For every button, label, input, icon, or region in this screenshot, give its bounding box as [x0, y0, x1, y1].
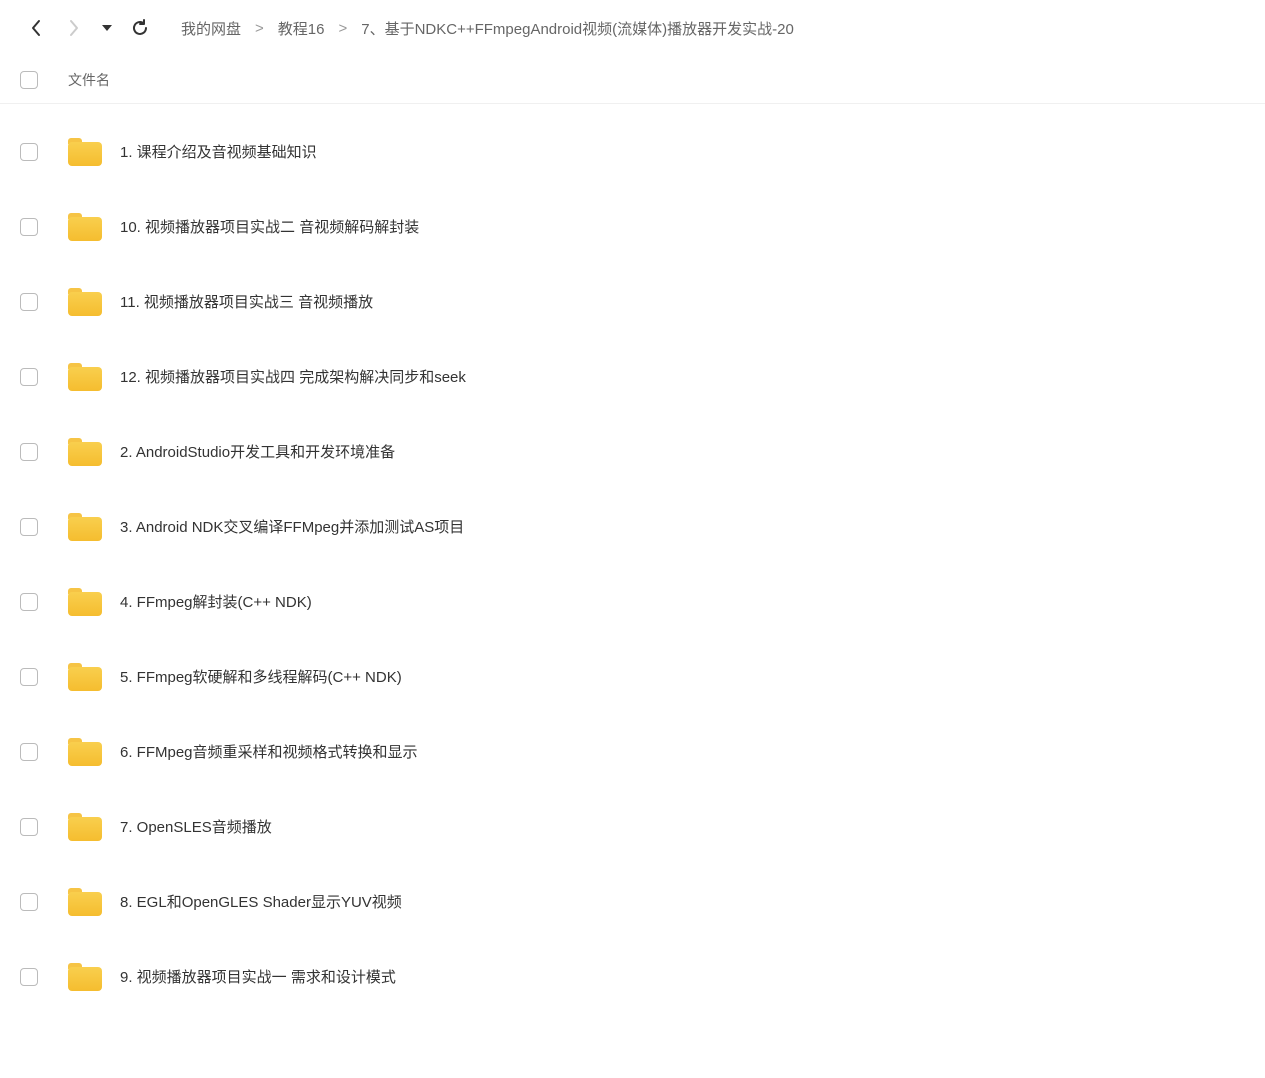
- file-row[interactable]: 10. 视频播放器项目实战二 音视频解码解封装: [20, 189, 1245, 264]
- file-row[interactable]: 12. 视频播放器项目实战四 完成架构解决同步和seek: [20, 339, 1245, 414]
- file-name[interactable]: 11. 视频播放器项目实战三 音视频播放: [120, 291, 373, 312]
- select-all-checkbox[interactable]: [20, 71, 38, 89]
- folder-icon: [68, 213, 102, 241]
- column-header-row: 文件名: [0, 56, 1265, 104]
- toolbar: 我的网盘 > 教程16 > 7、基于NDKC++FFmpegAndroid视频(…: [0, 0, 1265, 56]
- folder-icon: [68, 813, 102, 841]
- file-name[interactable]: 7. OpenSLES音频播放: [120, 816, 272, 837]
- refresh-button[interactable]: [124, 12, 156, 44]
- refresh-icon: [130, 18, 150, 38]
- breadcrumb: 我的网盘 > 教程16 > 7、基于NDKC++FFmpegAndroid视频(…: [177, 16, 1245, 41]
- breadcrumb-item-current[interactable]: 7、基于NDKC++FFmpegAndroid视频(流媒体)播放器开发实战-20: [357, 16, 798, 41]
- folder-icon: [68, 363, 102, 391]
- folder-icon: [68, 438, 102, 466]
- file-row[interactable]: 3. Android NDK交叉编译FFMpeg并添加测试AS项目: [20, 489, 1245, 564]
- row-checkbox[interactable]: [20, 818, 38, 836]
- column-header-name[interactable]: 文件名: [68, 70, 110, 90]
- row-checkbox[interactable]: [20, 218, 38, 236]
- folder-icon: [68, 138, 102, 166]
- file-row[interactable]: 11. 视频播放器项目实战三 音视频播放: [20, 264, 1245, 339]
- nav-forward-button[interactable]: [58, 12, 90, 44]
- nav-back-button[interactable]: [20, 12, 52, 44]
- row-checkbox[interactable]: [20, 368, 38, 386]
- file-row[interactable]: 6. FFMpeg音频重采样和视频格式转换和显示: [20, 714, 1245, 789]
- chevron-right-icon: [68, 19, 80, 37]
- folder-icon: [68, 963, 102, 991]
- breadcrumb-separator: >: [332, 20, 353, 37]
- folder-icon: [68, 738, 102, 766]
- breadcrumb-item-1[interactable]: 教程16: [274, 16, 329, 41]
- file-name[interactable]: 4. FFmpeg解封装(C++ NDK): [120, 591, 312, 612]
- file-row[interactable]: 8. EGL和OpenGLES Shader显示YUV视频: [20, 864, 1245, 939]
- file-name[interactable]: 2. AndroidStudio开发工具和开发环境准备: [120, 441, 395, 462]
- file-name[interactable]: 3. Android NDK交叉编译FFMpeg并添加测试AS项目: [120, 516, 464, 537]
- file-row[interactable]: 4. FFmpeg解封装(C++ NDK): [20, 564, 1245, 639]
- file-name[interactable]: 9. 视频播放器项目实战一 需求和设计模式: [120, 966, 396, 987]
- row-checkbox[interactable]: [20, 968, 38, 986]
- history-dropdown-button[interactable]: [96, 23, 118, 34]
- breadcrumb-separator: >: [249, 20, 270, 37]
- file-name[interactable]: 6. FFMpeg音频重采样和视频格式转换和显示: [120, 741, 418, 762]
- folder-icon: [68, 588, 102, 616]
- file-row[interactable]: 5. FFmpeg软硬解和多线程解码(C++ NDK): [20, 639, 1245, 714]
- row-checkbox[interactable]: [20, 668, 38, 686]
- folder-icon: [68, 663, 102, 691]
- file-row[interactable]: 7. OpenSLES音频播放: [20, 789, 1245, 864]
- file-name[interactable]: 1. 课程介绍及音视频基础知识: [120, 141, 317, 162]
- file-name[interactable]: 12. 视频播放器项目实战四 完成架构解决同步和seek: [120, 366, 466, 387]
- folder-icon: [68, 288, 102, 316]
- file-list: 1. 课程介绍及音视频基础知识 10. 视频播放器项目实战二 音视频解码解封装 …: [0, 104, 1265, 1034]
- row-checkbox[interactable]: [20, 593, 38, 611]
- chevron-left-icon: [30, 19, 42, 37]
- row-checkbox[interactable]: [20, 893, 38, 911]
- caret-down-icon: [102, 25, 112, 31]
- row-checkbox[interactable]: [20, 743, 38, 761]
- file-name[interactable]: 10. 视频播放器项目实战二 音视频解码解封装: [120, 216, 419, 237]
- file-name[interactable]: 8. EGL和OpenGLES Shader显示YUV视频: [120, 891, 402, 912]
- row-checkbox[interactable]: [20, 143, 38, 161]
- file-row[interactable]: 1. 课程介绍及音视频基础知识: [20, 114, 1245, 189]
- folder-icon: [68, 888, 102, 916]
- row-checkbox[interactable]: [20, 518, 38, 536]
- row-checkbox[interactable]: [20, 443, 38, 461]
- file-row[interactable]: 9. 视频播放器项目实战一 需求和设计模式: [20, 939, 1245, 1014]
- breadcrumb-item-root[interactable]: 我的网盘: [177, 16, 245, 41]
- file-row[interactable]: 2. AndroidStudio开发工具和开发环境准备: [20, 414, 1245, 489]
- row-checkbox[interactable]: [20, 293, 38, 311]
- folder-icon: [68, 513, 102, 541]
- file-name[interactable]: 5. FFmpeg软硬解和多线程解码(C++ NDK): [120, 666, 402, 687]
